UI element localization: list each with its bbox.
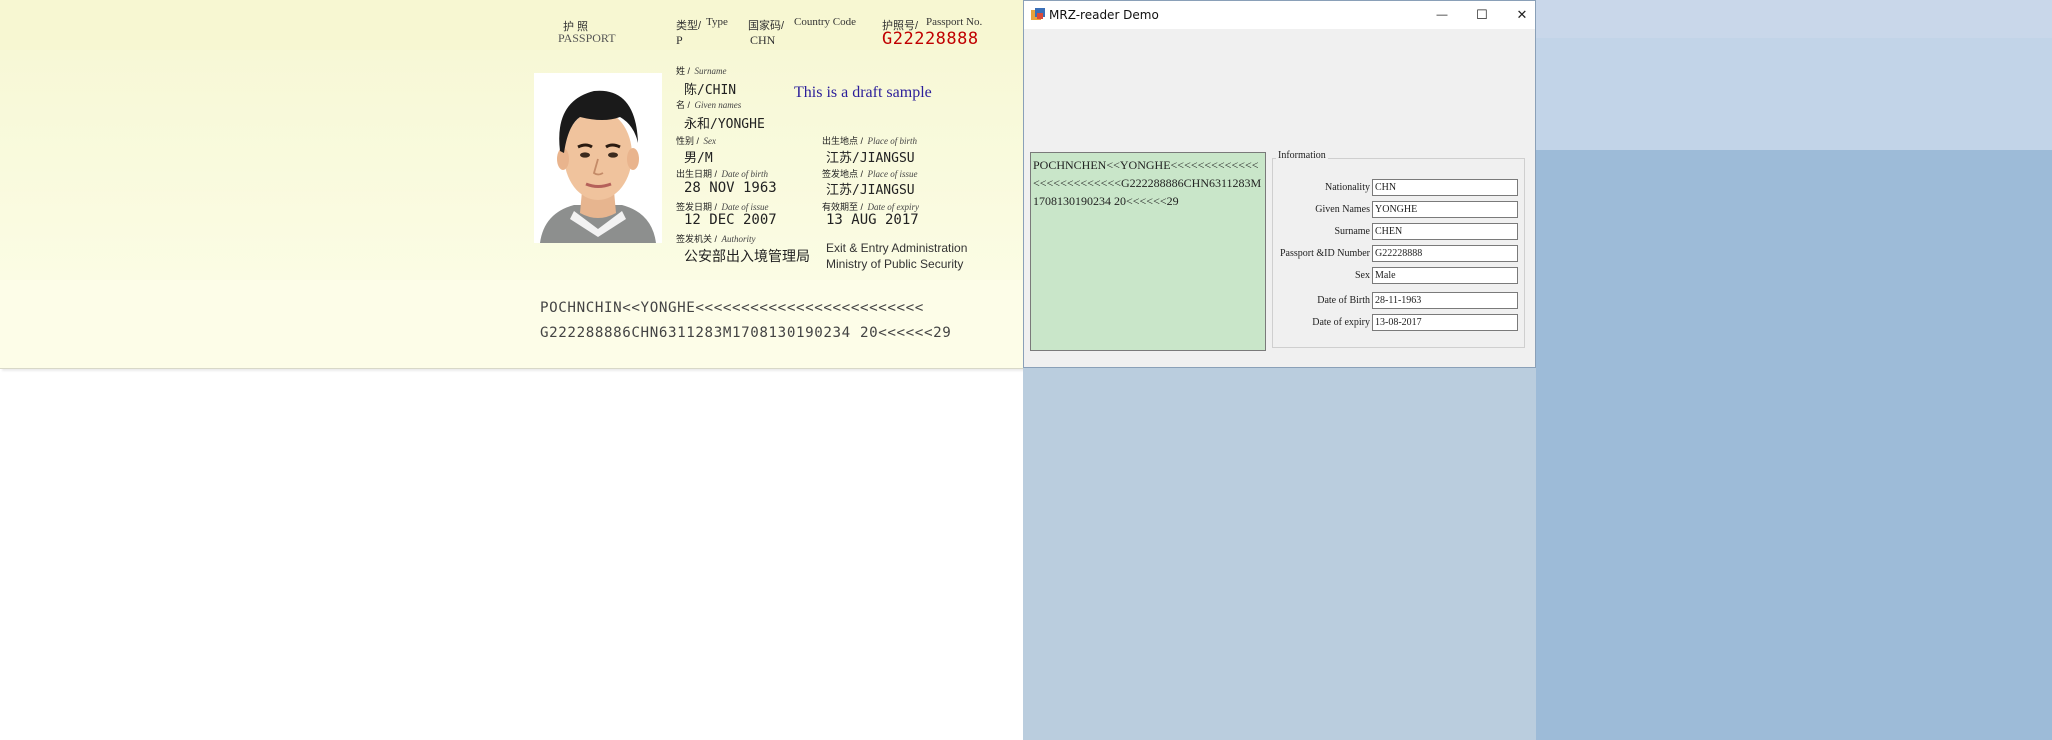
passport-header-band (0, 0, 1023, 50)
draft-note: This is a draft sample (794, 84, 932, 101)
date-of-expiry-label: Date of expiry (1312, 317, 1370, 328)
given-names-field[interactable]: YONGHE (1372, 201, 1518, 218)
country-value: CHN (750, 33, 776, 47)
title-bar[interactable]: MRZ-reader Demo — ☐ ✕ (1024, 1, 1535, 29)
given-label-cn: 名 / (676, 100, 691, 110)
window-title: MRZ-reader Demo (1049, 8, 1159, 22)
close-button[interactable]: ✕ (1502, 1, 1542, 29)
holder-photo (534, 73, 662, 243)
poi-label-en: Place of issue (867, 169, 918, 179)
passport-number: G22228888 (882, 29, 979, 49)
date-of-birth-label: Date of Birth (1317, 295, 1370, 306)
app-icon (1031, 8, 1045, 21)
sex-label-cn: 性别 / (676, 136, 700, 146)
given-label-en: Given names (694, 100, 742, 110)
date-of-birth-field[interactable]: 28-11-1963 (1372, 292, 1518, 309)
doi-label-en: Date of issue (721, 202, 769, 212)
pob-label-en: Place of birth (867, 136, 917, 146)
passport-id-number-field[interactable]: G22228888 (1372, 245, 1518, 262)
country-label-cn: 国家码/ (748, 20, 785, 32)
passport-image: 护 照 PASSPORT 类型/ Type P 国家码/ Country Cod… (0, 0, 1023, 369)
type-value: P (676, 33, 683, 47)
type-label-en: Type (706, 16, 728, 28)
doi-value: 12 DEC 2007 (684, 212, 777, 228)
doe-label-en: Date of expiry (867, 202, 919, 212)
doe-label-cn: 有效期至 / (822, 202, 864, 212)
passport-id-number-label: Passport &ID Number (1280, 248, 1370, 259)
sex-label: Sex (1355, 270, 1370, 281)
surname-field[interactable]: CHEN (1372, 223, 1518, 240)
doe-value: 13 AUG 2017 (826, 212, 919, 228)
dob-label-en: Date of birth (721, 169, 768, 179)
auth-label-cn: 签发机关 / (676, 234, 718, 244)
type-label-cn: 类型/ (676, 20, 702, 32)
information-group: Information Nationality CHN Given Names … (1272, 150, 1525, 348)
dob-value: 28 NOV 1963 (684, 180, 777, 196)
given-names-label: Given Names (1315, 204, 1370, 215)
auth-label-en: Authority (721, 234, 756, 244)
auth-value-en-1: Exit & Entry Administration (826, 241, 968, 255)
information-group-title: Information (1276, 150, 1328, 161)
surname-label: Surname (1334, 226, 1370, 237)
mrz-text-area[interactable]: POCHNCHEN<<YONGHE<<<<<<<<<<<<<<<<<<<<<<<… (1030, 152, 1266, 351)
country-label-en: Country Code (794, 16, 857, 28)
mrz-line-1: POCHNCHIN<<YONGHE<<<<<<<<<<<<<<<<<<<<<<<… (540, 300, 924, 316)
given-value: 永和/YONGHE (684, 117, 765, 132)
number-label-en: Passport No. (926, 16, 983, 28)
sex-label-en: Sex (703, 136, 716, 146)
passport-mrz-band (0, 280, 1023, 368)
surname-label-en: Surname (694, 66, 727, 76)
poi-value: 江苏/JIANGSU (826, 183, 915, 198)
poi-label-cn: 签发地点 / (822, 169, 864, 179)
maximize-button[interactable]: ☐ (1462, 1, 1502, 29)
nationality-label: Nationality (1325, 182, 1370, 193)
app-window: MRZ-reader Demo — ☐ ✕ POCHNCHEN<<YONGHE<… (1023, 0, 1536, 368)
doi-label-cn: 签发日期 / (676, 202, 718, 212)
surname-label-cn: 姓 / (676, 66, 691, 76)
minimize-button[interactable]: — (1422, 1, 1462, 29)
passport-title-en: PASSPORT (558, 31, 616, 45)
dob-label-cn: 出生日期 / (676, 169, 718, 179)
sex-field[interactable]: Male (1372, 267, 1518, 284)
close-icon: ✕ (1516, 7, 1528, 22)
auth-value-cn: 公安部出入境管理局 (684, 248, 810, 264)
maximize-icon: ☐ (1476, 7, 1488, 22)
date-of-expiry-field[interactable]: 13-08-2017 (1372, 314, 1518, 331)
auth-value-en-2: Ministry of Public Security (826, 257, 964, 271)
pob-label-cn: 出生地点 / (822, 136, 864, 146)
nationality-field[interactable]: CHN (1372, 179, 1518, 196)
mrz-line-2: G222288886CHN6311283M1708130190234 20<<<… (540, 325, 952, 341)
minimize-icon: — (1436, 9, 1448, 21)
